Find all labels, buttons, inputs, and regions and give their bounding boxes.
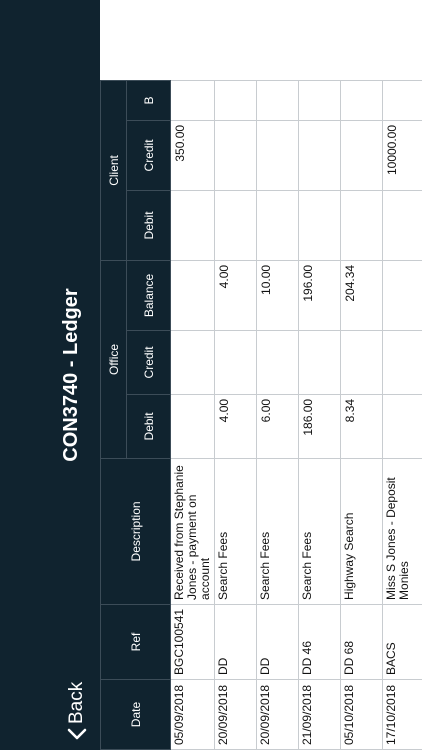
- ledger-description: Received from Stephanie Jones - payment …: [170, 458, 215, 605]
- client-credit-cell: 10000.00: [382, 120, 422, 191]
- ledger-ref: BGC100541: [170, 604, 215, 680]
- ledger-description: Search Fees: [256, 458, 299, 605]
- rotated-screen: Back CON3740 - Ledger Date Ref Descripti…: [0, 0, 422, 750]
- client-balance-cell: [214, 80, 257, 121]
- office-debit-cell: 8.34: [340, 394, 383, 459]
- office-debit-cell: [382, 394, 422, 459]
- client-debit-cell: [170, 190, 215, 261]
- ledger-date: 17/10/2018: [382, 679, 422, 750]
- office-balance-cell: 4.00: [214, 260, 257, 331]
- office-debit-cell: 186.00: [298, 394, 341, 459]
- client-debit-cell: [256, 190, 299, 261]
- office-credit-cell: [214, 330, 257, 395]
- ledger-ref: BACS: [382, 604, 422, 680]
- ledger-date: 05/10/2018: [340, 679, 383, 750]
- ledger-description: Miss S Jones - Deposit Monies: [382, 458, 422, 605]
- ledger-body: 05/09/2018 BGC100541 Received from Stephan…: [170, 80, 422, 750]
- header-ref[interactable]: Ref: [100, 604, 171, 680]
- office-balance-cell: [382, 260, 422, 331]
- page-title: CON3740 - Ledger: [60, 288, 82, 462]
- office-balance-cell: 204.34: [340, 260, 383, 331]
- office-credit-cell: [382, 330, 422, 395]
- client-debit-cell: [298, 190, 341, 261]
- office-balance-cell: [170, 260, 215, 331]
- header-date[interactable]: Date: [100, 679, 171, 750]
- client-balance-cell: [340, 80, 383, 121]
- client-debit-cell: [382, 190, 422, 261]
- client-debit-cell: [340, 190, 383, 261]
- ledger-ref: DD: [214, 604, 257, 680]
- client-balance-cell: [382, 80, 422, 121]
- client-credit-cell: [340, 120, 383, 191]
- table-row[interactable]: 05/09/2018 BGC100541 Received from Stephan…: [170, 80, 215, 750]
- client-credit-cell: [298, 120, 341, 191]
- header-client-group: Client: [100, 80, 127, 261]
- ledger-description: Search Fees: [214, 458, 257, 605]
- table-row[interactable]: 20/09/2018 DD Search Fees 6.00 10.00: [256, 80, 299, 750]
- header-office-group: Office: [100, 260, 127, 459]
- office-debit-cell: [170, 394, 215, 459]
- header-office-debit[interactable]: Debit: [126, 394, 171, 459]
- ledger-ref: DD: [256, 604, 299, 680]
- header-client-balance[interactable]: B: [126, 80, 171, 121]
- office-debit-cell: 4.00: [214, 394, 257, 459]
- header-client-debit[interactable]: Debit: [126, 190, 171, 261]
- office-balance-cell: 196.00: [298, 260, 341, 331]
- table-row[interactable]: 05/10/2018 DD 68 Highway Search 8.34 204.34: [340, 80, 383, 750]
- client-credit-cell: [256, 120, 299, 191]
- client-balance-cell: [256, 80, 299, 121]
- header-office-balance[interactable]: Balance: [126, 260, 171, 331]
- ledger-date: 20/09/2018: [214, 679, 257, 750]
- office-debit-cell: 6.00: [256, 394, 299, 459]
- office-credit-cell: [170, 330, 215, 395]
- ledger-table: Date Ref Description Office Client Debit…: [100, 80, 422, 750]
- ledger-date: 05/09/2018: [170, 679, 215, 750]
- client-credit-cell: 350.00: [170, 120, 215, 191]
- client-balance-cell: [298, 80, 341, 121]
- client-credit-cell: [214, 120, 257, 191]
- header-client-credit[interactable]: Credit: [126, 120, 171, 191]
- header-office-credit[interactable]: Credit: [126, 330, 171, 395]
- table-row[interactable]: 20/09/2018 DD Search Fees 4.00 4.00: [214, 80, 257, 750]
- office-credit-cell: [298, 330, 341, 395]
- ledger-ref: DD 46: [298, 604, 341, 680]
- header-description[interactable]: Description: [100, 458, 171, 605]
- office-credit-cell: [256, 330, 299, 395]
- office-credit-cell: [340, 330, 383, 395]
- ledger-description: Search Fees: [298, 458, 341, 605]
- navigation-bar: Back CON3740 - Ledger: [0, 0, 100, 750]
- ledger-date: 21/09/2018: [298, 679, 341, 750]
- client-debit-cell: [214, 190, 257, 261]
- office-balance-cell: 10.00: [256, 260, 299, 331]
- ledger-description: Highway Search: [340, 458, 383, 605]
- ledger-date: 20/09/2018: [256, 679, 299, 750]
- ledger-ref: DD 68: [340, 604, 383, 680]
- table-row[interactable]: 17/10/2018 BACS Miss S Jones - Deposit Mon…: [382, 80, 422, 750]
- client-balance-cell: [170, 80, 215, 121]
- table-row[interactable]: 21/09/2018 DD 46 Search Fees 186.00 196.00: [298, 80, 341, 750]
